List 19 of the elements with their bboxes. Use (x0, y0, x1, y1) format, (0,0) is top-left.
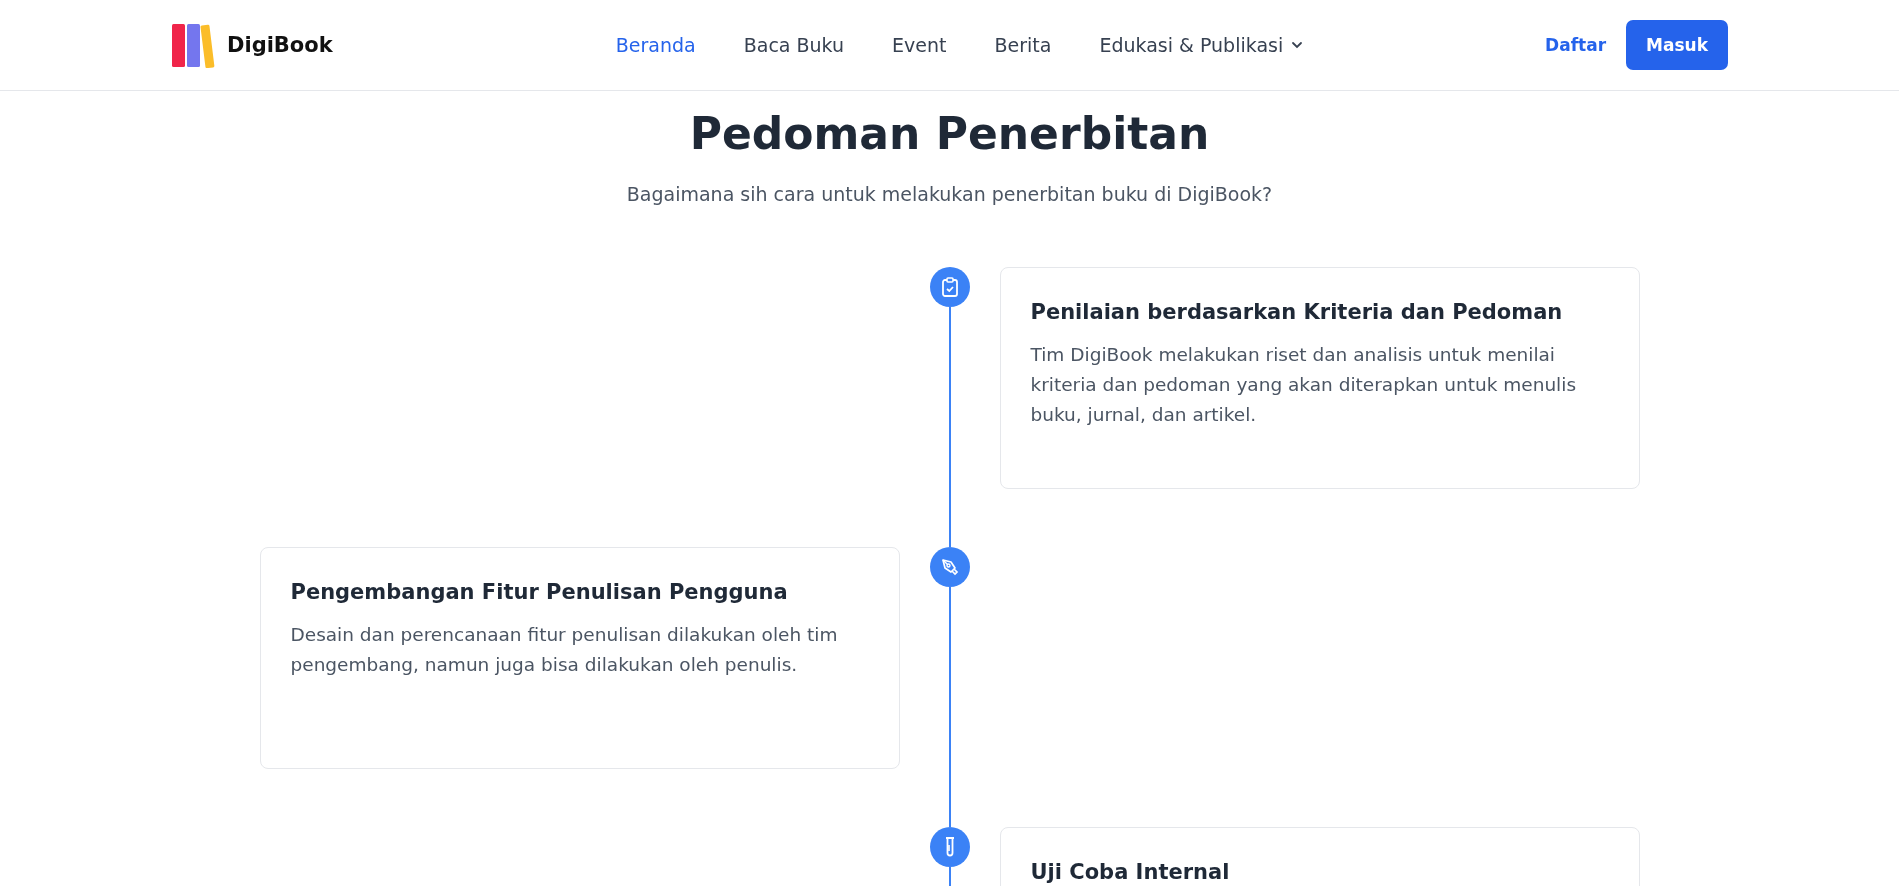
step-title: Pengembangan Fitur Penulisan Pengguna (290, 578, 789, 606)
brand-name[interactable]: DigiBook (227, 33, 333, 57)
nav-link[interactable]: Event (892, 34, 947, 56)
page-title: Pedoman Penerbitan (688, 108, 1211, 161)
books-logo-icon[interactable] (171, 22, 217, 68)
nav-link[interactable]: Edukasi & Publikasi (1099, 34, 1304, 56)
nav-link[interactable]: Baca Buku (743, 34, 845, 56)
register-link[interactable]: Daftar (1545, 35, 1607, 55)
step-description: Desain dan perencanaan fitur penulisan dilakukan oleh tim pengembang, namun juga bisa dilakukan oleh penulis. (290, 623, 839, 678)
step-title: Uji Coba Internal (1030, 858, 1231, 886)
step-title: Penilaian berdasarkan Kriteria dan Pedoman (1030, 298, 1564, 326)
clipboard-check-icon (940, 276, 959, 297)
nav-link[interactable]: Beranda (615, 34, 696, 56)
page-subtitle: Bagaimana sih cara untuk melakukan penerbitan buku di DigiBook? (625, 182, 1274, 205)
login-button[interactable]: Masuk (1626, 20, 1728, 70)
step-description: Tim DigiBook melakukan riset dan analisis untuk menilai kriteria dan pedoman yang akan diterapkan untuk menulis buku, jurnal, dan artikel. (1030, 343, 1578, 428)
nav-link[interactable]: Berita (994, 34, 1052, 56)
test-tube-icon (943, 835, 956, 858)
pen-nib-icon (939, 556, 960, 577)
